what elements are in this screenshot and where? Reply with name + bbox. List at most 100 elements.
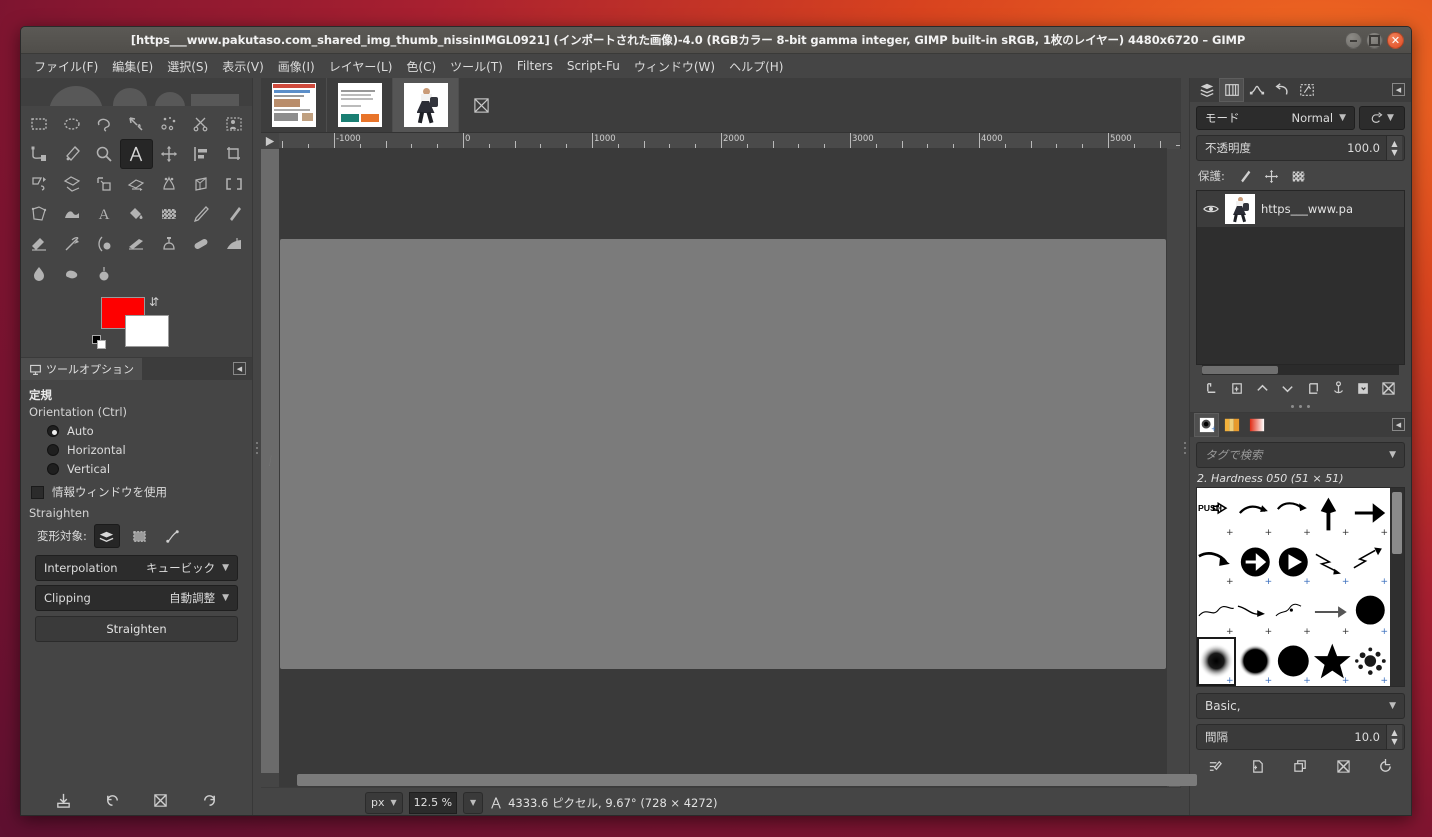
- swap-colors-icon[interactable]: ⇵: [149, 295, 159, 309]
- image-tab-2[interactable]: [327, 78, 393, 132]
- menu-layer[interactable]: レイヤー(L): [322, 55, 400, 78]
- duplicate-brush-icon[interactable]: [1293, 759, 1308, 774]
- menu-file[interactable]: ファイル(F): [27, 55, 105, 78]
- lock-position-icon[interactable]: [1264, 169, 1279, 184]
- image-tab-3[interactable]: [393, 78, 459, 132]
- tool-zoom[interactable]: [88, 139, 120, 169]
- tab-paths[interactable]: [1244, 78, 1269, 102]
- tool-crop[interactable]: [218, 139, 250, 169]
- quick-mask-toggle[interactable]: [261, 133, 279, 149]
- layer-list-item[interactable]: https___www.pa: [1197, 191, 1404, 227]
- menu-colors[interactable]: 色(C): [399, 55, 443, 78]
- menu-filters[interactable]: Filters: [510, 56, 560, 76]
- tab-brushes[interactable]: +: [1194, 413, 1219, 437]
- tool-free-select[interactable]: [88, 109, 120, 139]
- anchor-layer-icon[interactable]: [1331, 380, 1346, 396]
- brush-cell[interactable]: +: [1236, 538, 1275, 587]
- layer-visibility-toggle[interactable]: [1203, 203, 1219, 215]
- left-dock-resize-handle[interactable]: [253, 78, 261, 815]
- transform-target-path-button[interactable]: [160, 524, 186, 548]
- tool-shear[interactable]: [88, 169, 120, 199]
- menu-windows[interactable]: ウィンドウ(W): [627, 55, 722, 78]
- brush-cell[interactable]: +: [1274, 587, 1313, 637]
- brush-cell[interactable]: +: [1351, 488, 1390, 538]
- tool-eraser[interactable]: [23, 229, 55, 259]
- horizontal-ruler[interactable]: -1000 0 1000 2000 3000 4000 5000: [279, 133, 1167, 149]
- radio-orientation-horizontal[interactable]: Horizontal: [47, 443, 244, 457]
- new-layer-group-icon[interactable]: [1230, 381, 1245, 396]
- default-colors-icon[interactable]: [92, 335, 107, 350]
- tool-color-picker[interactable]: [55, 139, 87, 169]
- tool-heal[interactable]: [185, 229, 217, 259]
- horizontal-scrollbar-thumb[interactable]: [297, 774, 1197, 786]
- canvas-viewport[interactable]: Straightening: [261, 149, 279, 773]
- menu-help[interactable]: ヘルプ(H): [722, 55, 790, 78]
- canvas-vertical-scrollbar[interactable]: [279, 149, 1167, 773]
- tool-dodge-burn[interactable]: [88, 259, 120, 289]
- brush-cell[interactable]: +: [1351, 587, 1390, 637]
- brush-cell[interactable]: +: [1197, 587, 1236, 637]
- reset-tool-options-icon[interactable]: [201, 792, 218, 809]
- checkbox-use-info-window[interactable]: 情報ウィンドウを使用: [31, 484, 244, 500]
- clipping-combo[interactable]: Clipping 自動調整 ▼: [35, 585, 238, 611]
- merge-down-icon[interactable]: [1356, 381, 1371, 396]
- tag-search-combo[interactable]: タグで検索 ▼: [1196, 442, 1405, 468]
- vertical-scrollbar-thumb[interactable]: [280, 239, 1166, 669]
- tool-text[interactable]: A: [88, 199, 120, 229]
- tool-clone[interactable]: [153, 229, 185, 259]
- tool-blur-sharpen[interactable]: [23, 259, 55, 289]
- tool-measure[interactable]: [120, 139, 153, 169]
- menu-tools[interactable]: ツール(T): [443, 55, 510, 78]
- brush-cell[interactable]: +: [1313, 587, 1352, 637]
- tool-pencil[interactable]: [185, 199, 217, 229]
- brush-tag-filter-combo[interactable]: Basic, ▼: [1196, 693, 1405, 719]
- tool-ink[interactable]: [88, 229, 120, 259]
- measure-tool-overlay[interactable]: [261, 149, 279, 773]
- lock-alpha-icon[interactable]: [1291, 169, 1306, 184]
- tool-mypaint-brush[interactable]: [120, 229, 152, 259]
- brush-grid[interactable]: PUSH + + + + + + + + + + + + + + + + + +…: [1197, 488, 1390, 686]
- layer-list[interactable]: https___www.pa: [1196, 190, 1405, 365]
- tool-alignment[interactable]: [185, 139, 217, 169]
- tool-airbrush[interactable]: [55, 229, 87, 259]
- tool-bucket-fill[interactable]: [120, 199, 152, 229]
- vertical-ruler[interactable]: 1 0 0 02 0 0 03 0 0 04 0 0 05 0 0 0: [1167, 133, 1181, 149]
- brush-spacing-stepper[interactable]: ▲ ▼: [1386, 725, 1402, 749]
- tool-select-by-color[interactable]: [153, 109, 185, 139]
- tool-unified-transform[interactable]: [153, 169, 185, 199]
- opacity-spinner[interactable]: 不透明度 100.0 ▲ ▼: [1196, 135, 1405, 161]
- brush-cell[interactable]: +: [1274, 538, 1313, 587]
- brush-cell[interactable]: +: [1351, 637, 1390, 686]
- brush-cell[interactable]: +: [1274, 637, 1313, 686]
- delete-layer-icon[interactable]: [1381, 381, 1396, 396]
- brush-cell[interactable]: +: [1313, 637, 1352, 686]
- dock-separator-grip[interactable]: [1196, 401, 1405, 412]
- blend-space-button[interactable]: ▼: [1359, 106, 1405, 130]
- edit-brush-icon[interactable]: [1208, 759, 1223, 774]
- zoom-entry[interactable]: 12.5 %: [408, 791, 458, 814]
- lock-pixels-icon[interactable]: [1237, 169, 1252, 184]
- tab-gradients[interactable]: [1244, 413, 1269, 437]
- tool-perspective[interactable]: [120, 169, 152, 199]
- brush-cell[interactable]: +: [1236, 637, 1275, 686]
- layer-mode-combo[interactable]: モード Normal ▼: [1196, 106, 1355, 130]
- close-image-tab-button[interactable]: [459, 78, 503, 132]
- tool-paths[interactable]: [23, 139, 55, 169]
- brush-cell[interactable]: +: [1197, 538, 1236, 587]
- menu-view[interactable]: 表示(V): [215, 55, 271, 78]
- layers-dock-menu-button[interactable]: ◀: [1392, 83, 1405, 96]
- unit-combo[interactable]: px ▼: [365, 791, 403, 814]
- tab-tool-options[interactable]: ツールオプション: [21, 358, 142, 380]
- brushes-dock-menu-button[interactable]: ◀: [1392, 418, 1405, 431]
- brush-grid-scrollbar-thumb[interactable]: [1392, 492, 1402, 554]
- tool-paintbrush[interactable]: [218, 199, 250, 229]
- close-button[interactable]: ✕: [1387, 32, 1404, 49]
- tool-ellipse-select[interactable]: [55, 109, 87, 139]
- tool-foreground-select[interactable]: [218, 109, 250, 139]
- window-titlebar[interactable]: [https___www.pakutaso.com_shared_img_thu…: [21, 27, 1411, 54]
- maximize-button[interactable]: [1366, 32, 1383, 49]
- interpolation-combo[interactable]: Interpolation キュービック ▼: [35, 555, 238, 581]
- new-brush-icon[interactable]: [1250, 759, 1265, 774]
- tool-flip[interactable]: [218, 169, 250, 199]
- right-dock-resize-handle[interactable]: [1181, 78, 1189, 815]
